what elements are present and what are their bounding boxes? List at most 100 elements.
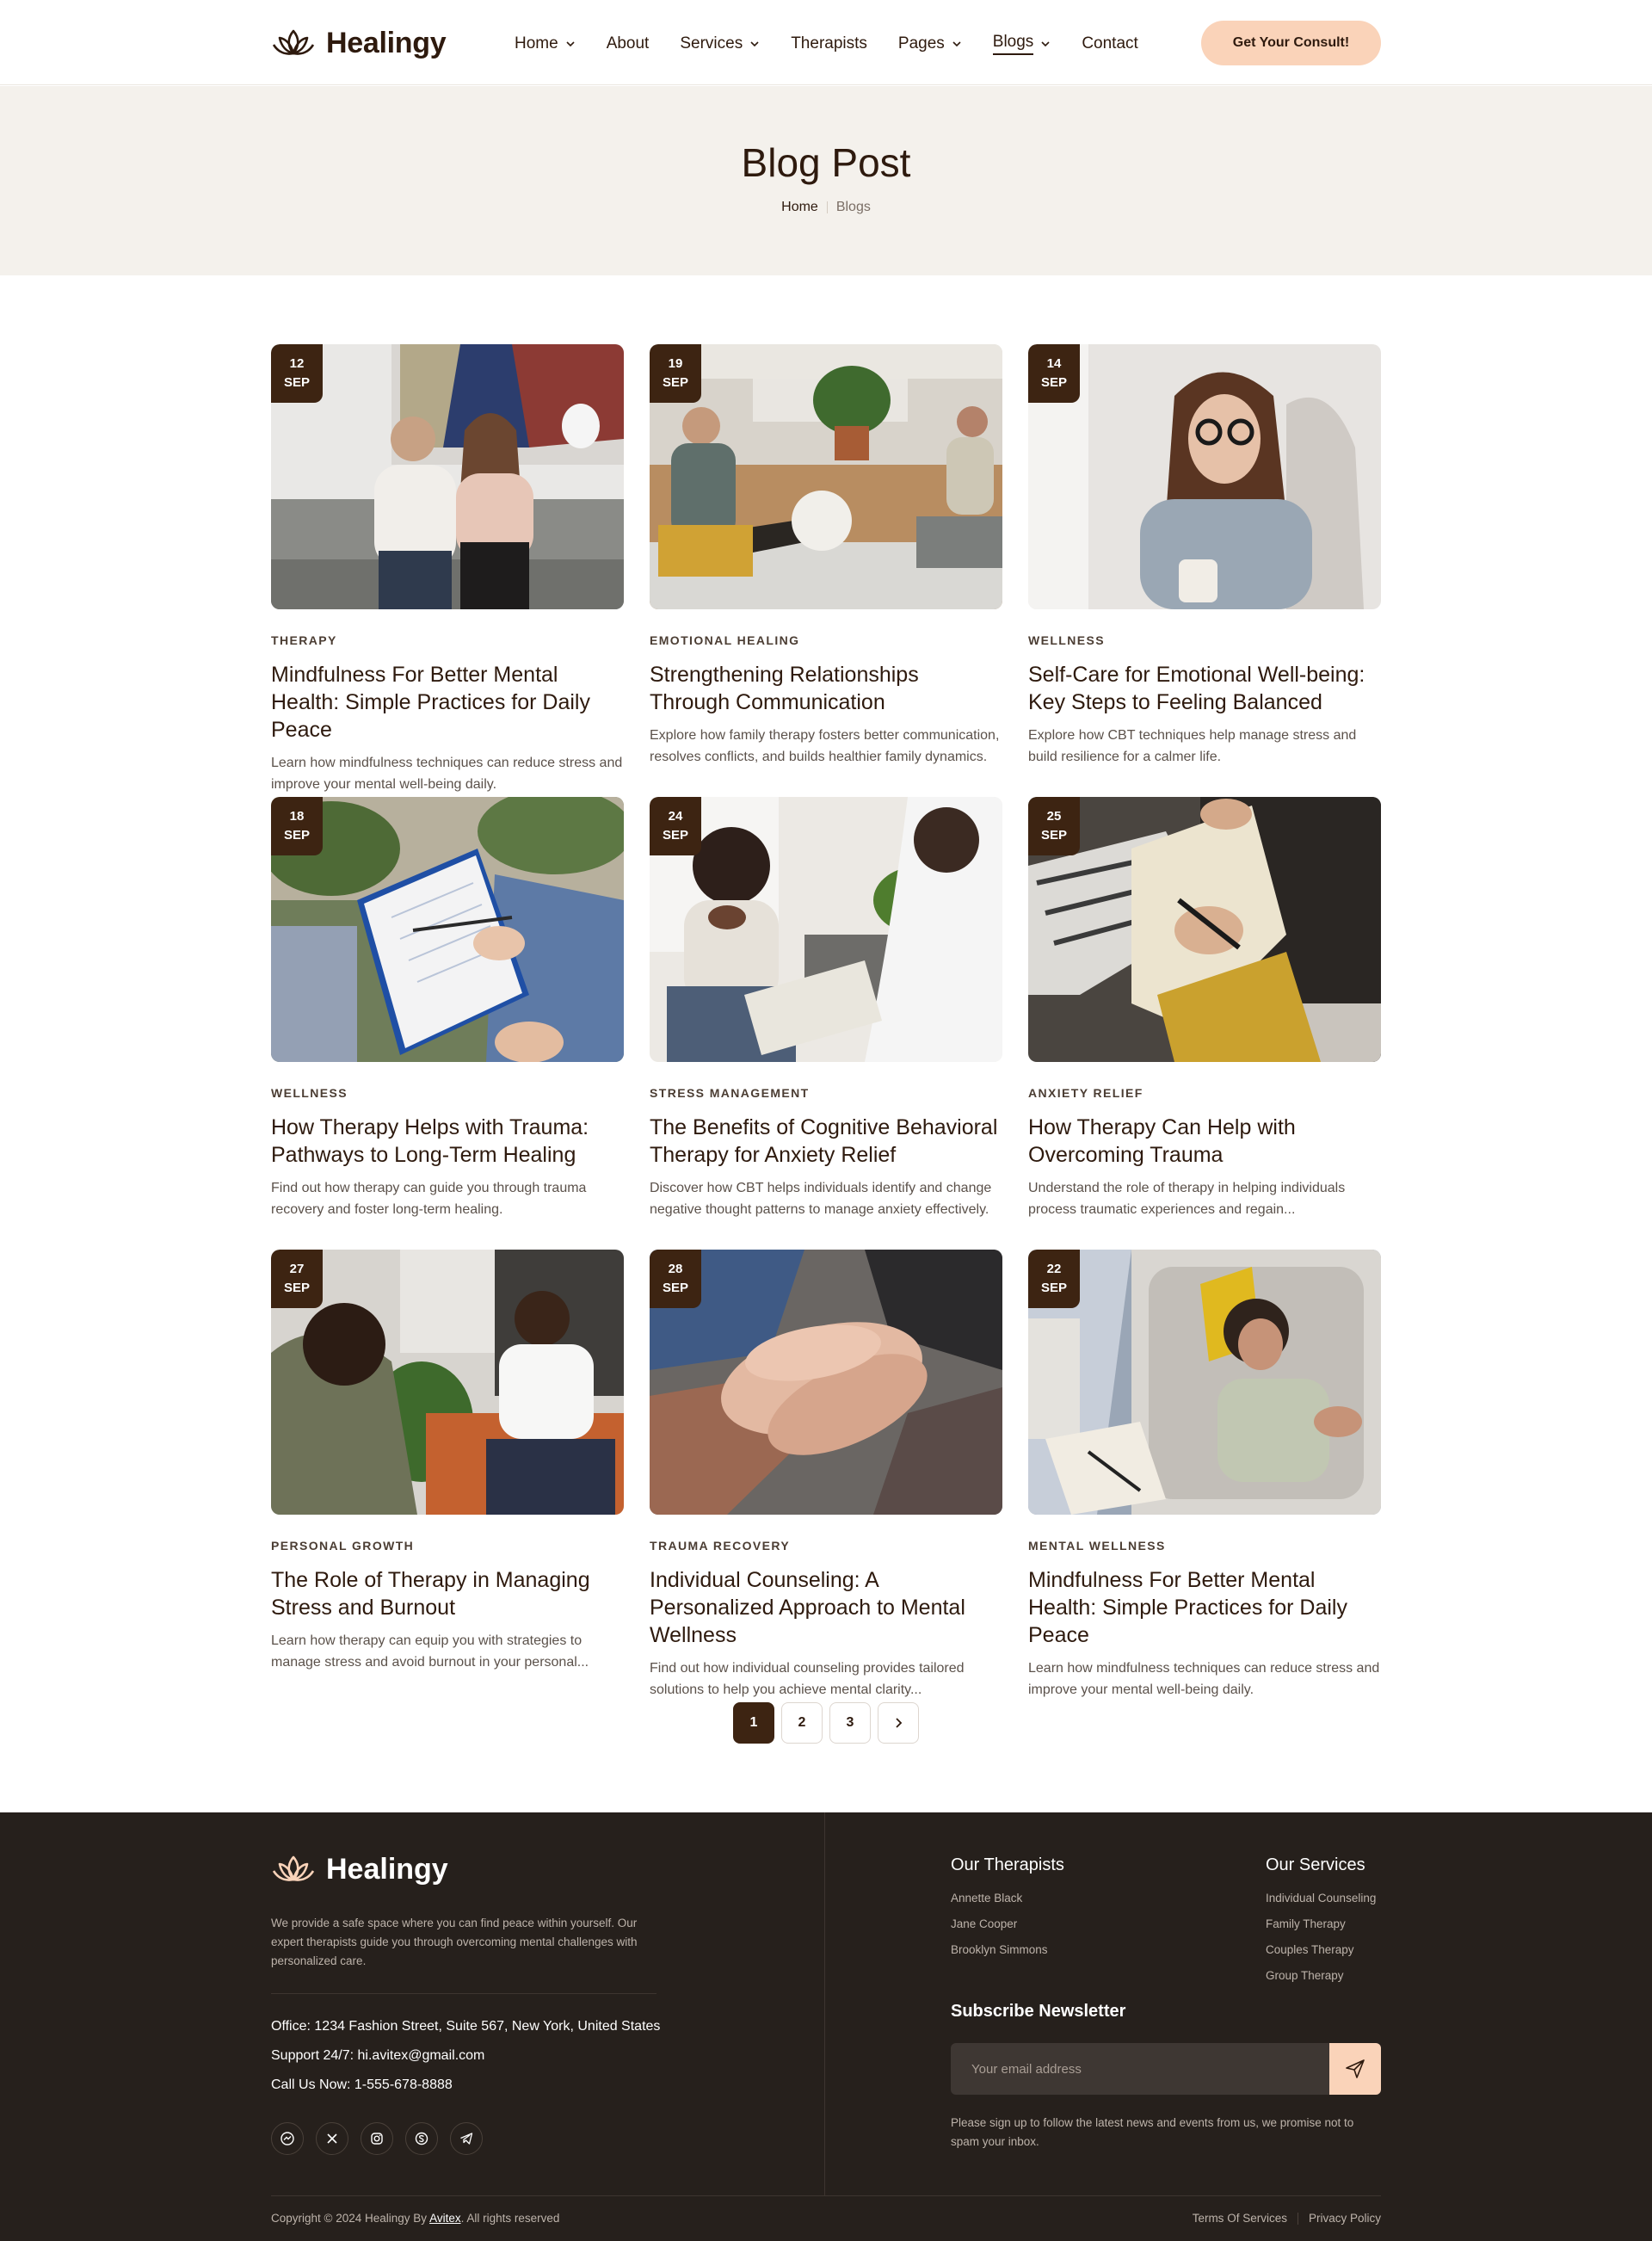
blog-thumbnail[interactable]: 18 SEP [271, 797, 624, 1062]
messenger-link[interactable] [271, 2122, 304, 2155]
subscribe-button[interactable] [1329, 2043, 1381, 2095]
date-month: SEP [283, 1281, 310, 1295]
blog-thumbnail[interactable]: 12 SEP [271, 344, 624, 609]
blog-card[interactable]: 18 SEP WELLNESS How Therapy Helps with T… [271, 797, 624, 1220]
post-category[interactable]: MENTAL WELLNESS [1028, 1539, 1381, 1553]
distressed-client-image [650, 797, 1002, 1062]
page-hero: Blog Post Home Blogs [0, 86, 1652, 275]
nav-blogs[interactable]: Blogs [992, 33, 1051, 55]
service-link[interactable]: Individual Counseling [1266, 1892, 1376, 1905]
blog-card[interactable]: 24 SEP STRESS MANAGEMENT The Benefits of… [650, 797, 1002, 1220]
lotus-logo-icon [272, 29, 315, 55]
copyright-brand-link[interactable]: Avitex [429, 2212, 461, 2225]
breadcrumb-current: Blogs [835, 200, 871, 214]
chevron-down-icon [1041, 41, 1050, 47]
therapists-heading: Our Therapists [951, 1855, 1064, 1874]
post-category[interactable]: WELLNESS [1028, 633, 1381, 647]
support-email[interactable]: Support 24/7: hi.avitex@gmail.com [271, 2048, 660, 2077]
therapist-link[interactable]: Annette Black [951, 1892, 1022, 1905]
service-link[interactable]: Family Therapy [1266, 1917, 1346, 1930]
date-badge: 27 SEP [271, 1250, 323, 1308]
site-footer: Healingy We provide a safe space where y… [0, 1812, 1652, 2241]
blog-thumbnail[interactable]: 27 SEP [271, 1250, 624, 1515]
blog-thumbnail[interactable]: 22 SEP [1028, 1250, 1381, 1515]
breadcrumb-separator [826, 201, 828, 213]
post-title[interactable]: Strengthening Relationships Through Comm… [650, 661, 1002, 716]
post-excerpt: Explore how CBT techniques help manage s… [1028, 728, 1357, 764]
post-title[interactable]: How Therapy Can Help with Overcoming Tra… [1028, 1114, 1381, 1169]
logo-text: Healingy [326, 26, 447, 59]
service-link[interactable]: Group Therapy [1266, 1969, 1344, 1982]
blog-thumbnail[interactable]: 24 SEP [650, 797, 1002, 1062]
blog-thumbnail[interactable]: 14 SEP [1028, 344, 1381, 609]
email-input[interactable] [951, 2043, 1329, 2095]
blog-card[interactable]: 12 SEP THERAPY Mindfulness For Better Me… [271, 344, 624, 795]
x-link[interactable] [316, 2122, 348, 2155]
therapist-link[interactable]: Jane Cooper [951, 1917, 1017, 1930]
post-category[interactable]: WELLNESS [271, 1086, 624, 1100]
nav-home[interactable]: Home [515, 33, 576, 55]
nav-pages[interactable]: Pages [898, 33, 962, 55]
nav-therapists[interactable]: Therapists [791, 33, 867, 55]
footer-logo[interactable]: Healingy [271, 1852, 448, 1886]
page-2-button[interactable]: 2 [781, 1702, 823, 1744]
blog-card[interactable]: 14 SEP WELLNESS Self-Care for Emotional … [1028, 344, 1381, 768]
post-category[interactable]: PERSONAL GROWTH [271, 1539, 624, 1553]
terms-link[interactable]: Terms Of Services [1193, 2212, 1287, 2225]
blog-card[interactable]: 28 SEP TRAUMA RECOVERY Individual Counse… [650, 1250, 1002, 1701]
telegram-link[interactable] [450, 2122, 483, 2155]
instagram-icon [371, 2133, 383, 2145]
messenger-icon [280, 2132, 294, 2145]
post-title[interactable]: Mindfulness For Better Mental Health: Si… [271, 661, 624, 744]
get-consult-button[interactable]: Get Your Consult! [1201, 21, 1381, 65]
main-nav: Home About Services Therapists Pages Blo… [515, 33, 1169, 55]
blog-card[interactable]: 19 SEP EMOTIONAL HEALING Strengthening R… [650, 344, 1002, 768]
date-day: 24 [668, 809, 683, 824]
phone-number[interactable]: Call Us Now: 1-555-678-8888 [271, 2077, 660, 2107]
therapist-link[interactable]: Brooklyn Simmons [951, 1943, 1048, 1956]
post-category[interactable]: TRAUMA RECOVERY [650, 1539, 1002, 1553]
blog-thumbnail[interactable]: 25 SEP [1028, 797, 1381, 1062]
skype-link[interactable] [405, 2122, 438, 2155]
blog-card[interactable]: 25 SEP ANXIETY RELIEF How Therapy Can He… [1028, 797, 1381, 1220]
writing-notebook-image [1028, 797, 1381, 1062]
instagram-link[interactable] [361, 2122, 393, 2155]
post-title[interactable]: How Therapy Helps with Trauma: Pathways … [271, 1114, 624, 1169]
post-title[interactable]: The Role of Therapy in Managing Stress a… [271, 1566, 624, 1621]
next-page-button[interactable] [878, 1702, 919, 1744]
date-badge: 14 SEP [1028, 344, 1080, 403]
post-title[interactable]: Individual Counseling: A Personalized Ap… [650, 1566, 1002, 1649]
post-title[interactable]: Self-Care for Emotional Well-being: Key … [1028, 661, 1381, 716]
blog-thumbnail[interactable]: 19 SEP [650, 344, 1002, 609]
post-title[interactable]: The Benefits of Cognitive Behavioral The… [650, 1114, 1002, 1169]
date-badge: 25 SEP [1028, 797, 1080, 855]
post-category[interactable]: THERAPY [271, 633, 624, 647]
nav-services[interactable]: Services [680, 33, 760, 55]
logo[interactable]: Healingy [271, 26, 447, 60]
chevron-down-icon [750, 41, 759, 47]
copyright: Copyright © 2024 Healingy By Avitex. All… [271, 2212, 559, 2225]
breadcrumb-home-link[interactable]: Home [781, 200, 818, 215]
service-link[interactable]: Couples Therapy [1266, 1943, 1354, 1956]
nav-contact[interactable]: Contact [1082, 33, 1137, 55]
pagination: 1 2 3 [733, 1702, 919, 1744]
post-title[interactable]: Mindfulness For Better Mental Health: Si… [1028, 1566, 1381, 1649]
post-category[interactable]: STRESS MANAGEMENT [650, 1086, 1002, 1100]
date-badge: 18 SEP [271, 797, 323, 855]
blog-card[interactable]: 22 SEP MENTAL WELLNESS Mindfulness For B… [1028, 1250, 1381, 1701]
blog-thumbnail[interactable]: 28 SEP [650, 1250, 1002, 1515]
date-badge: 19 SEP [650, 344, 701, 403]
date-day: 27 [289, 1262, 305, 1276]
newsletter-note: Please sign up to follow the latest news… [951, 2116, 1354, 2148]
page-1-button[interactable]: 1 [733, 1702, 774, 1744]
page-3-button[interactable]: 3 [829, 1702, 871, 1744]
nav-about-label: About [606, 34, 650, 52]
therapy-session-room-image [650, 344, 1002, 609]
blog-card[interactable]: 27 SEP PERSONAL GROWTH The Role of Thera… [271, 1250, 624, 1673]
nav-about[interactable]: About [607, 33, 650, 55]
chevron-down-icon [952, 41, 961, 47]
services-heading: Our Services [1266, 1855, 1365, 1874]
post-category[interactable]: EMOTIONAL HEALING [650, 633, 1002, 647]
privacy-link[interactable]: Privacy Policy [1309, 2212, 1381, 2225]
post-category[interactable]: ANXIETY RELIEF [1028, 1086, 1381, 1100]
